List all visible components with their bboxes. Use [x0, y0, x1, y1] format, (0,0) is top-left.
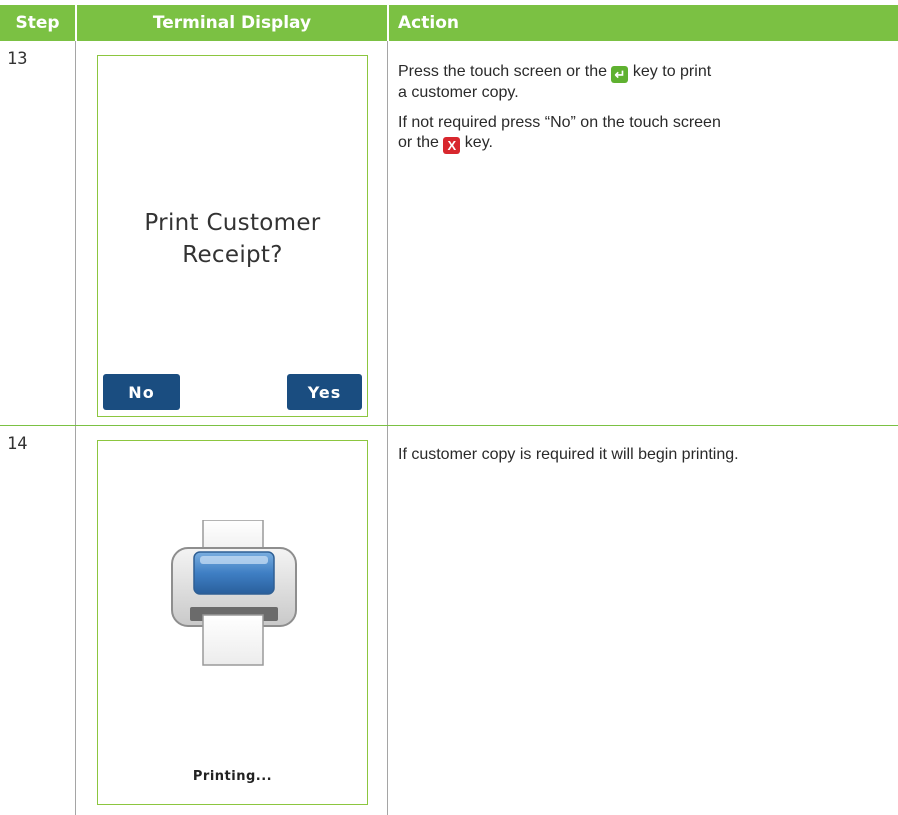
action-text: key to print [628, 63, 712, 80]
terminal-screen-print-prompt: Print Customer Receipt? No Yes [97, 55, 368, 417]
action-text: a customer copy. [398, 84, 519, 101]
prompt-line: Receipt? [182, 242, 283, 268]
header-action: Action [389, 5, 898, 41]
no-button[interactable]: No [103, 374, 180, 410]
action-text: If not required press “No” on the touch … [398, 114, 721, 131]
printer-icon [171, 520, 297, 666]
prompt-line: Print Customer [144, 210, 321, 236]
action-text: Press the touch screen or the [398, 63, 612, 80]
action-text: or the [398, 134, 444, 151]
action-step-13: Press the touch screen or the ↵ key to p… [398, 62, 890, 164]
terminal-screen-printing: Printing... [97, 440, 368, 805]
print-customer-receipt-prompt: Print Customer Receipt? [98, 207, 367, 271]
action-paragraph: If not required press “No” on the touch … [398, 113, 890, 154]
row-divider [0, 425, 898, 426]
action-text: key. [460, 134, 493, 151]
step-number: 13 [7, 49, 28, 69]
header-terminal-display: Terminal Display [77, 5, 387, 41]
yes-button[interactable]: Yes [287, 374, 362, 410]
printing-status: Printing... [192, 769, 273, 784]
action-step-14: If customer copy is required it will beg… [398, 445, 890, 475]
enter-key-icon: ↵ [611, 66, 629, 83]
action-paragraph: If customer copy is required it will beg… [398, 446, 739, 463]
column-divider [75, 41, 76, 815]
step-number: 14 [7, 434, 28, 454]
column-divider [387, 41, 388, 815]
header-step: Step [0, 5, 75, 41]
action-paragraph: Press the touch screen or the ↵ key to p… [398, 62, 890, 103]
cancel-key-icon: X [443, 137, 461, 154]
